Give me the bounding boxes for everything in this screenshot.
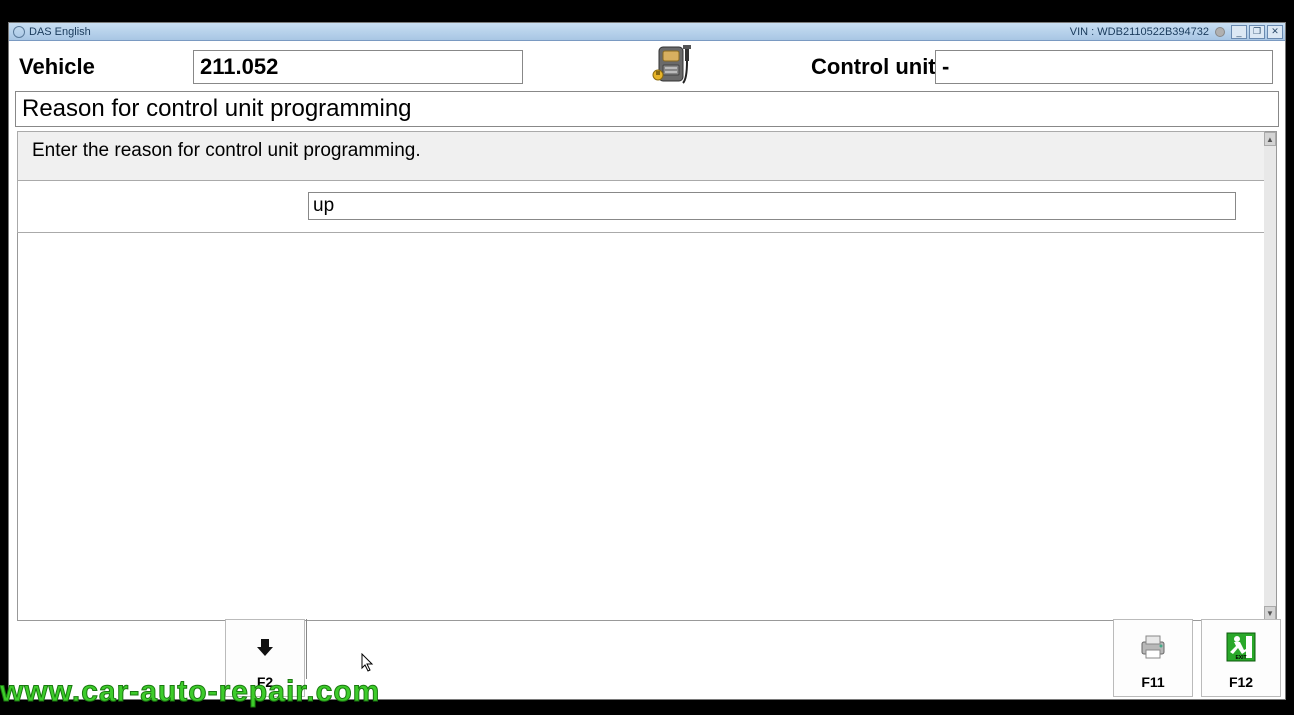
scroll-down-icon[interactable]: ▼ xyxy=(1264,606,1276,620)
scroll-up-icon[interactable]: ▲ xyxy=(1264,132,1276,146)
arrow-down-icon xyxy=(254,620,276,674)
vehicle-label: Vehicle xyxy=(15,54,193,80)
control-unit-label: Control unit xyxy=(811,54,936,80)
input-row xyxy=(17,180,1265,233)
separator xyxy=(306,619,307,679)
status-dot-icon xyxy=(1215,27,1225,37)
content-area: Vehicle 211.052 Control unit - xyxy=(9,41,1285,699)
f12-label: F12 xyxy=(1229,674,1253,690)
instruction-box: Enter the reason for control unit progra… xyxy=(17,131,1265,181)
f12-button[interactable]: EXIT F12 xyxy=(1201,619,1281,697)
vin-label: VIN : WDB2110522B394732 xyxy=(1070,26,1209,38)
main-panel: Enter the reason for control unit progra… xyxy=(17,131,1277,621)
instruction-text: Enter the reason for control unit progra… xyxy=(18,132,1264,180)
minimize-button[interactable]: _ xyxy=(1231,25,1247,39)
f11-button[interactable]: F11 xyxy=(1113,619,1193,697)
close-button[interactable]: ✕ xyxy=(1267,25,1283,39)
watermark-text: www.car-auto-repair.com xyxy=(0,675,380,709)
diagnostic-device-icon xyxy=(649,43,699,94)
scrollbar-track[interactable]: ▲ ▼ xyxy=(1264,132,1276,620)
reason-input[interactable] xyxy=(308,192,1236,220)
page-title: Reason for control unit programming xyxy=(15,91,1279,127)
maximize-button[interactable]: ❐ xyxy=(1249,25,1265,39)
svg-text:EXIT: EXIT xyxy=(1235,655,1246,661)
app-logo-icon xyxy=(13,26,25,38)
f11-label: F11 xyxy=(1141,674,1164,690)
app-window: DAS English VIN : WDB2110522B394732 _ ❐ … xyxy=(8,22,1286,700)
vehicle-value-field: 211.052 xyxy=(193,50,523,84)
window-title: DAS English xyxy=(29,26,91,38)
control-unit-value-field: - xyxy=(935,50,1273,84)
exit-icon: EXIT xyxy=(1226,620,1256,674)
title-bar: DAS English VIN : WDB2110522B394732 _ ❐ … xyxy=(9,23,1285,41)
header-row: Vehicle 211.052 Control unit - xyxy=(15,45,1279,89)
printer-icon xyxy=(1138,620,1168,674)
